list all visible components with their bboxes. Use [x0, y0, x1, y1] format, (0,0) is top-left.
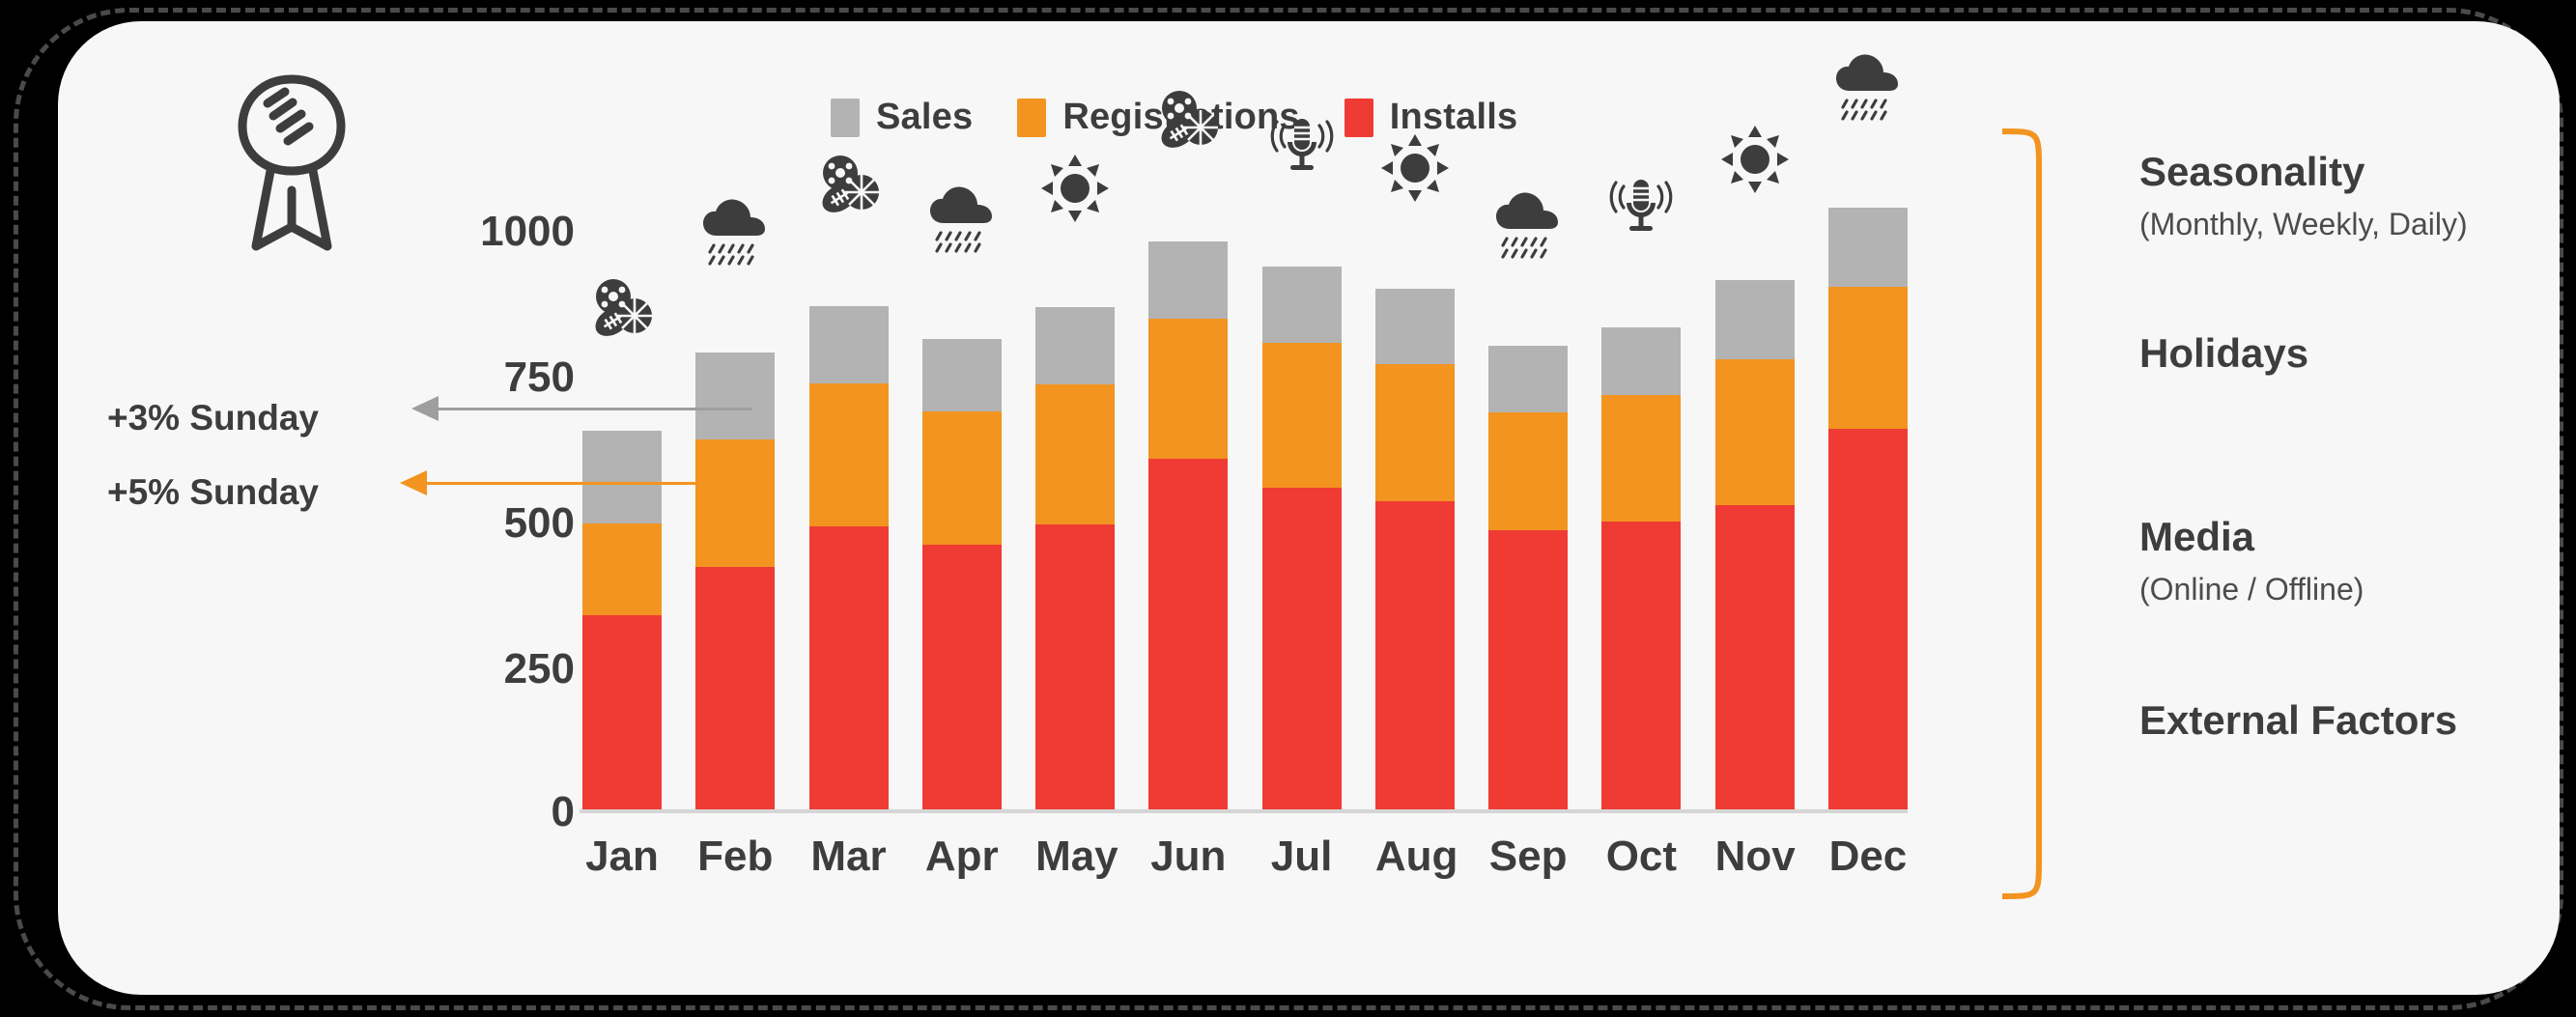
segment-registrations: [1601, 395, 1682, 522]
bar-group: [582, 54, 1908, 809]
segment-installs: [1601, 522, 1682, 809]
segment-registrations: [582, 523, 662, 615]
factor-title: External Factors: [2139, 697, 2458, 743]
factor-subtitle: (Monthly, Weekly, Daily): [2139, 207, 2468, 241]
segment-sales: [582, 431, 662, 523]
bar-mar[interactable]: [808, 152, 889, 809]
sports-balls-icon: [1152, 87, 1224, 158]
bar-oct[interactable]: [1601, 155, 1682, 809]
bracket-icon: [1995, 127, 2072, 900]
segment-installs: [582, 615, 662, 809]
x-label-feb: Feb: [697, 833, 774, 880]
x-label-nov: Nov: [1714, 833, 1796, 880]
segment-installs: [695, 567, 776, 809]
segment-installs: [1827, 429, 1908, 809]
segment-installs: [1714, 505, 1795, 809]
segment-registrations: [1261, 343, 1342, 488]
segment-sales: [1714, 280, 1795, 359]
sports-balls-icon: [813, 152, 885, 223]
factor-seasonality[interactable]: Seasonality (Monthly, Weekly, Daily): [2139, 149, 2468, 242]
x-label-jul: Jul: [1270, 833, 1333, 880]
y-tick-750: 750: [503, 353, 575, 401]
plot-area: 1000 750 500 250 0 Jan Feb Mar Apr May J…: [58, 21, 2560, 995]
sun-icon: [1379, 132, 1451, 204]
segment-sales: [808, 306, 889, 383]
radio-microphone-icon: [1605, 170, 1677, 241]
rain-cloud-icon: [699, 196, 771, 268]
segment-registrations: [1488, 412, 1569, 530]
y-tick-500: 500: [503, 499, 575, 547]
segment-installs: [921, 545, 1002, 809]
bar-nov[interactable]: [1714, 126, 1795, 809]
segment-installs: [1148, 459, 1229, 809]
factor-title: Media: [2139, 514, 2255, 559]
screenshot-root: Sales Registrations Installs 1000 750 50…: [0, 0, 2576, 1017]
annotation-label-sunday-5: +5% Sunday: [106, 472, 319, 512]
radio-microphone-icon: [1266, 109, 1338, 181]
rain-cloud-icon: [1492, 189, 1564, 261]
segment-installs: [1261, 488, 1342, 809]
segment-installs: [1488, 530, 1569, 809]
segment-sales: [695, 353, 776, 439]
sports-balls-icon: [586, 275, 658, 347]
segment-registrations: [1714, 359, 1795, 505]
segment-installs: [808, 526, 889, 809]
factor-media[interactable]: Media (Online / Offline): [2139, 514, 2364, 607]
segment-installs: [1374, 501, 1455, 809]
annotation-line-sunday-5: [425, 482, 752, 485]
x-label-dec: Dec: [1828, 833, 1908, 880]
bar-apr[interactable]: [921, 155, 1002, 809]
factor-title: Seasonality: [2139, 149, 2365, 194]
annotation-label-sunday-3: +3% Sunday: [106, 398, 319, 438]
bar-jun[interactable]: [1148, 91, 1229, 809]
segment-sales: [921, 339, 1002, 411]
x-label-mar: Mar: [810, 833, 887, 880]
bar-sep[interactable]: [1488, 155, 1569, 809]
x-axis-line: [580, 809, 1908, 813]
y-tick-250: 250: [503, 645, 575, 692]
segment-registrations: [1827, 287, 1908, 429]
rain-cloud-icon: [926, 184, 998, 255]
segment-sales: [1374, 289, 1455, 364]
bar-may[interactable]: [1035, 153, 1116, 809]
x-label-aug: Aug: [1374, 833, 1458, 880]
bar-aug[interactable]: [1374, 134, 1455, 809]
factor-external-factors[interactable]: External Factors: [2139, 697, 2457, 744]
segment-registrations: [695, 439, 776, 567]
factor-title: Holidays: [2139, 330, 2309, 376]
annotation-arrow-sunday-5: [400, 470, 427, 495]
segment-registrations: [1035, 384, 1116, 524]
segment-sales: [1601, 327, 1682, 395]
x-label-jan: Jan: [585, 833, 659, 880]
x-axis-labels: Jan Feb Mar Apr May Jun Jul Aug Sep Oct …: [582, 833, 1908, 881]
annotation-arrow-sunday-3: [411, 396, 439, 421]
segment-registrations: [1148, 319, 1229, 459]
chart-card: Sales Registrations Installs 1000 750 50…: [58, 21, 2560, 995]
sun-icon: [1039, 153, 1111, 224]
segment-sales: [1827, 208, 1908, 287]
segment-sales: [1035, 307, 1116, 384]
rain-cloud-icon: [1832, 51, 1904, 123]
x-label-jun: Jun: [1150, 833, 1227, 880]
segment-sales: [1488, 346, 1569, 412]
x-label-apr: Apr: [924, 833, 999, 880]
bar-jul[interactable]: [1261, 119, 1342, 809]
factor-subtitle: (Online / Offline): [2139, 572, 2364, 607]
segment-sales: [1148, 241, 1229, 319]
factor-holidays[interactable]: Holidays: [2139, 330, 2308, 377]
annotation-line-sunday-3: [437, 408, 752, 410]
segment-installs: [1035, 524, 1116, 809]
segment-registrations: [1374, 364, 1455, 501]
segment-sales: [1261, 267, 1342, 343]
factors-panel: Seasonality (Monthly, Weekly, Daily) Hol…: [1995, 127, 2535, 900]
bar-dec[interactable]: [1827, 54, 1908, 809]
sun-icon: [1719, 124, 1791, 195]
x-label-oct: Oct: [1605, 833, 1678, 880]
y-tick-1000: 1000: [480, 208, 575, 255]
segment-registrations: [921, 411, 1002, 545]
segment-registrations: [808, 383, 889, 526]
x-label-sep: Sep: [1488, 833, 1568, 880]
y-tick-0: 0: [551, 788, 575, 835]
x-label-may: May: [1035, 833, 1118, 880]
